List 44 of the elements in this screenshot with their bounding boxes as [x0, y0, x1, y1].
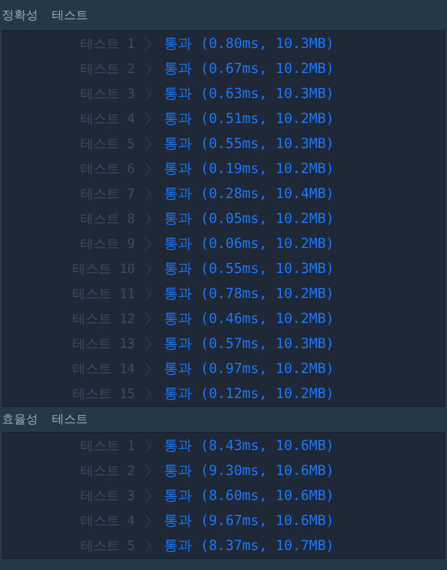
chevron-icon [145, 488, 151, 502]
chevron-icon [145, 212, 151, 226]
chevron-icon [145, 36, 151, 50]
test-result: 통과 (8.43ms, 10.6MB) [164, 436, 334, 454]
chevron-icon [145, 514, 151, 528]
test-result: 통과 (0.06ms, 10.2MB) [164, 234, 334, 252]
chevron-icon [145, 464, 151, 478]
section-title: 정확성 [2, 6, 38, 24]
test-result: 통과 (8.37ms, 10.7MB) [164, 536, 334, 554]
chevron-icon [145, 438, 151, 452]
chevron-icon [145, 86, 151, 100]
chevron-icon [145, 112, 151, 126]
test-result: 통과 (0.57ms, 10.3MB) [164, 334, 334, 352]
chevron-icon [145, 186, 151, 200]
chevron-icon [145, 136, 151, 150]
chevron-icon [145, 262, 151, 276]
test-result: 통과 (0.46ms, 10.2MB) [164, 310, 334, 328]
chevron-icon [145, 162, 151, 176]
section-subtitle: 테스트 [52, 411, 88, 428]
test-result: 통과 (0.55ms, 10.3MB) [164, 260, 334, 278]
chevron-icon [145, 62, 151, 76]
test-result: 통과 (0.67ms, 10.2MB) [164, 60, 334, 78]
test-result: 통과 (0.63ms, 10.3MB) [164, 84, 334, 102]
test-result: 통과 (0.80ms, 10.3MB) [164, 34, 334, 52]
chevron-icon [145, 538, 151, 552]
test-result: 통과 (0.78ms, 10.2MB) [164, 284, 334, 302]
test-result: 통과 (0.19ms, 10.2MB) [164, 160, 334, 178]
test-result: 통과 (9.30ms, 10.6MB) [164, 462, 334, 480]
section-subtitle: 테스트 [52, 6, 88, 24]
test-result: 통과 (9.67ms, 10.6MB) [164, 512, 334, 530]
chevron-icon [145, 336, 151, 350]
chevron-icon [145, 362, 151, 376]
test-result: 통과 (8.60ms, 10.6MB) [164, 486, 334, 504]
section-title: 효율성 [2, 411, 38, 428]
test-result: 통과 (0.97ms, 10.2MB) [164, 360, 334, 378]
chevron-icon [145, 312, 151, 326]
test-result: 통과 (0.28ms, 10.4MB) [164, 184, 334, 202]
test-result: 통과 (0.05ms, 10.2MB) [164, 210, 334, 228]
chevron-icon [145, 236, 151, 250]
test-result: 통과 (0.55ms, 10.3MB) [164, 134, 334, 152]
test-result: 통과 (0.12ms, 10.2MB) [164, 384, 334, 402]
test-result: 통과 (0.51ms, 10.2MB) [164, 110, 334, 128]
chevron-icon [145, 286, 151, 300]
chevron-icon [145, 386, 151, 400]
